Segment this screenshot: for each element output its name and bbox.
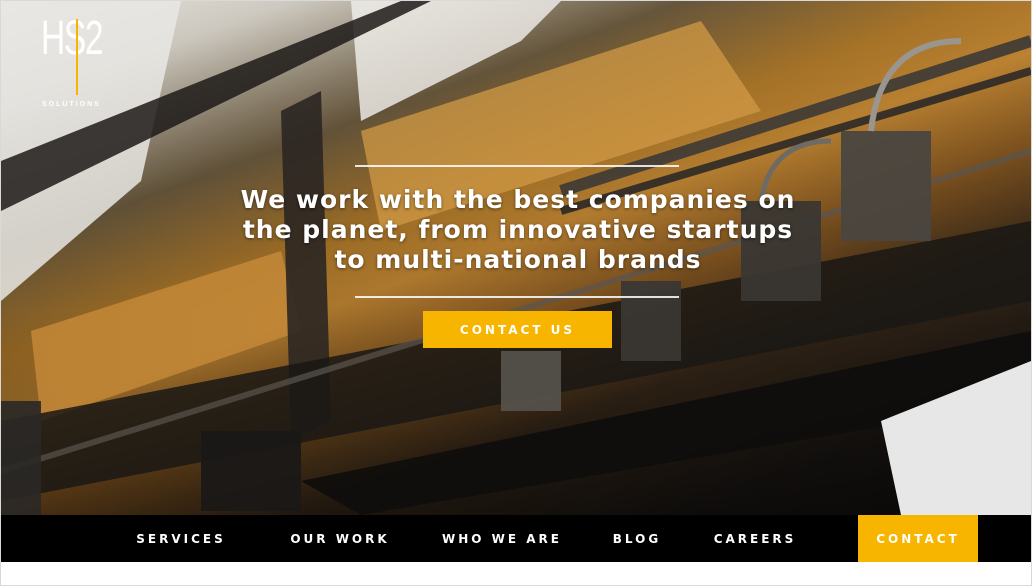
brand-logo[interactable]: HS2 SOLUTIONS bbox=[41, 15, 105, 115]
headline-bottom-rule bbox=[355, 296, 679, 298]
contact-us-button[interactable]: CONTACT US bbox=[423, 311, 612, 348]
nav-item-blog[interactable]: BLOG bbox=[607, 515, 667, 562]
page-bottom-strip bbox=[1, 562, 1031, 585]
logo-mark: HS2 bbox=[41, 12, 104, 65]
logo-accent-bar bbox=[76, 19, 78, 95]
nav-item-our-work[interactable]: OUR WORK bbox=[288, 515, 392, 562]
nav-item-services[interactable]: SERVICES bbox=[131, 515, 231, 562]
main-navigation: SERVICES OUR WORK WHO WE ARE BLOG CAREER… bbox=[1, 515, 1031, 562]
nav-item-who-we-are[interactable]: WHO WE ARE bbox=[442, 515, 562, 562]
hero-headline: We work with the best companies on the p… bbox=[240, 185, 796, 274]
logo-subtitle: SOLUTIONS bbox=[42, 101, 101, 108]
nav-item-contact[interactable]: CONTACT bbox=[858, 515, 978, 562]
headline-top-rule bbox=[355, 165, 679, 167]
page-frame: HS2 SOLUTIONS We work with the best comp… bbox=[0, 0, 1032, 586]
nav-item-careers[interactable]: CAREERS bbox=[709, 515, 801, 562]
hero-section: HS2 SOLUTIONS We work with the best comp… bbox=[1, 1, 1031, 515]
